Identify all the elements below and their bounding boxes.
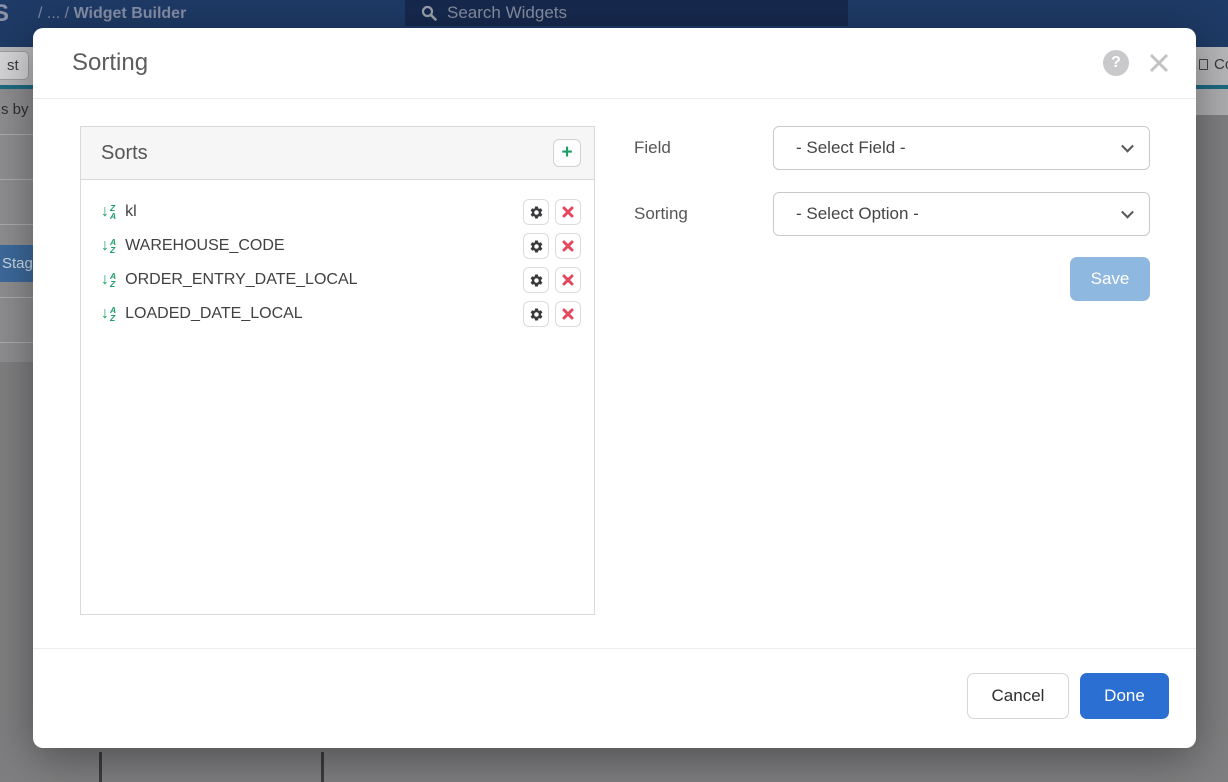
remove-x-icon [562, 274, 574, 286]
copy-button-label: Cop [1214, 56, 1228, 73]
sort-item-label: LOADED_DATE_LOCAL [125, 305, 303, 323]
chevron-down-icon [1121, 140, 1134, 153]
close-icon[interactable] [1146, 50, 1172, 76]
field-select[interactable]: - Select Field - [773, 126, 1150, 170]
sort-settings-button[interactable] [523, 267, 549, 293]
modal-header-icons: ? [1103, 50, 1172, 76]
gear-icon [529, 205, 544, 220]
sorting-select-value: - Select Option - [796, 204, 919, 223]
modal-footer: Cancel Done [33, 648, 1196, 748]
row-divider [0, 134, 33, 135]
sorts-list: ↓ ZA kl ↓ AZ WAREHOUSE_CODE [81, 180, 594, 331]
sort-letters: AZ [110, 238, 116, 254]
sort-direction-icon: ↓ AZ [101, 238, 116, 254]
save-button[interactable]: Save [1070, 257, 1150, 301]
breadcrumb-prefix: / ... / [38, 5, 74, 22]
background-table-border [321, 752, 324, 782]
sort-remove-button[interactable] [555, 267, 581, 293]
sort-item-actions [523, 267, 581, 293]
sorting-label: Sorting [634, 192, 688, 236]
chevron-down-icon [1121, 206, 1134, 219]
field-select-value: - Select Field - [796, 138, 906, 157]
arrow-down-icon: ↓ [101, 238, 109, 254]
sort-letters: AZ [110, 306, 116, 322]
modal-title: Sorting [72, 49, 148, 77]
sorting-select[interactable]: - Select Option - [773, 192, 1150, 236]
sort-remove-button[interactable] [555, 199, 581, 225]
arrow-down-icon: ↓ [101, 272, 109, 288]
done-button[interactable]: Done [1080, 673, 1169, 719]
gear-icon [529, 273, 544, 288]
remove-x-icon [562, 308, 574, 320]
search-placeholder: Search Widgets [447, 3, 567, 23]
search-icon [421, 5, 437, 21]
field-label: Field [634, 126, 671, 170]
breadcrumb-current: Widget Builder [74, 5, 187, 22]
background-right-strip [1196, 89, 1228, 115]
copy-button-partial: Cop [1199, 56, 1228, 73]
sort-item-row: ↓ AZ ORDER_ENTRY_DATE_LOCAL [101, 263, 581, 297]
sorts-panel: Sorts + ↓ ZA kl ↓ AZ WAREHOUSE_CODE [80, 126, 595, 615]
sort-item-row: ↓ ZA kl [101, 195, 581, 229]
row-divider [0, 297, 33, 298]
background-left-panel: s by C Stag [0, 89, 33, 362]
screen: S / ... / Widget Builder Search Widgets … [0, 0, 1228, 782]
sorting-modal: Sorting ? Sorts + ↓ ZA kl [33, 28, 1196, 748]
sort-remove-button[interactable] [555, 301, 581, 327]
row-divider [0, 179, 33, 180]
arrow-down-icon: ↓ [101, 204, 109, 220]
search-input: Search Widgets [405, 0, 848, 26]
sort-item-row: ↓ AZ LOADED_DATE_LOCAL [101, 297, 581, 331]
sort-item-actions [523, 199, 581, 225]
sorts-panel-header: Sorts + [81, 127, 594, 180]
sort-item-actions [523, 301, 581, 327]
sort-remove-button[interactable] [555, 233, 581, 259]
arrow-down-icon: ↓ [101, 306, 109, 322]
sort-letters: AZ [110, 272, 116, 288]
add-sort-button[interactable]: + [553, 139, 581, 167]
cancel-button[interactable]: Cancel [967, 673, 1069, 719]
app-logo: S [0, 0, 9, 28]
sort-direction-icon: ↓ AZ [101, 306, 116, 322]
row-divider [0, 224, 33, 225]
sort-item-actions [523, 233, 581, 259]
list-button-partial: st [0, 51, 29, 80]
sort-settings-button[interactable] [523, 301, 549, 327]
sort-item-label: kl [125, 203, 137, 221]
gear-icon [529, 307, 544, 322]
sort-settings-button[interactable] [523, 233, 549, 259]
breadcrumb: / ... / Widget Builder [38, 0, 186, 28]
remove-x-icon [562, 240, 574, 252]
row-divider [0, 342, 33, 343]
sort-item-row: ↓ AZ WAREHOUSE_CODE [101, 229, 581, 263]
sort-item-label: ORDER_ENTRY_DATE_LOCAL [125, 271, 357, 289]
help-icon[interactable]: ? [1103, 50, 1129, 76]
sort-item-label: WAREHOUSE_CODE [125, 237, 284, 255]
sort-direction-icon: ↓ AZ [101, 272, 116, 288]
sort-settings-button[interactable] [523, 199, 549, 225]
background-active-row: Stag [0, 245, 33, 282]
sort-direction-icon: ↓ ZA [101, 204, 116, 220]
copy-icon [1199, 59, 1208, 70]
gear-icon [529, 239, 544, 254]
background-table-border [99, 752, 102, 782]
sorts-panel-title: Sorts [101, 142, 148, 165]
remove-x-icon [562, 206, 574, 218]
modal-header: Sorting ? [33, 28, 1196, 99]
modal-body: Sorts + ↓ ZA kl ↓ AZ WAREHOUSE_CODE [33, 99, 1196, 647]
top-nav-bar: S / ... / Widget Builder Search Widgets [0, 0, 1228, 28]
sort-letters: ZA [110, 204, 116, 220]
